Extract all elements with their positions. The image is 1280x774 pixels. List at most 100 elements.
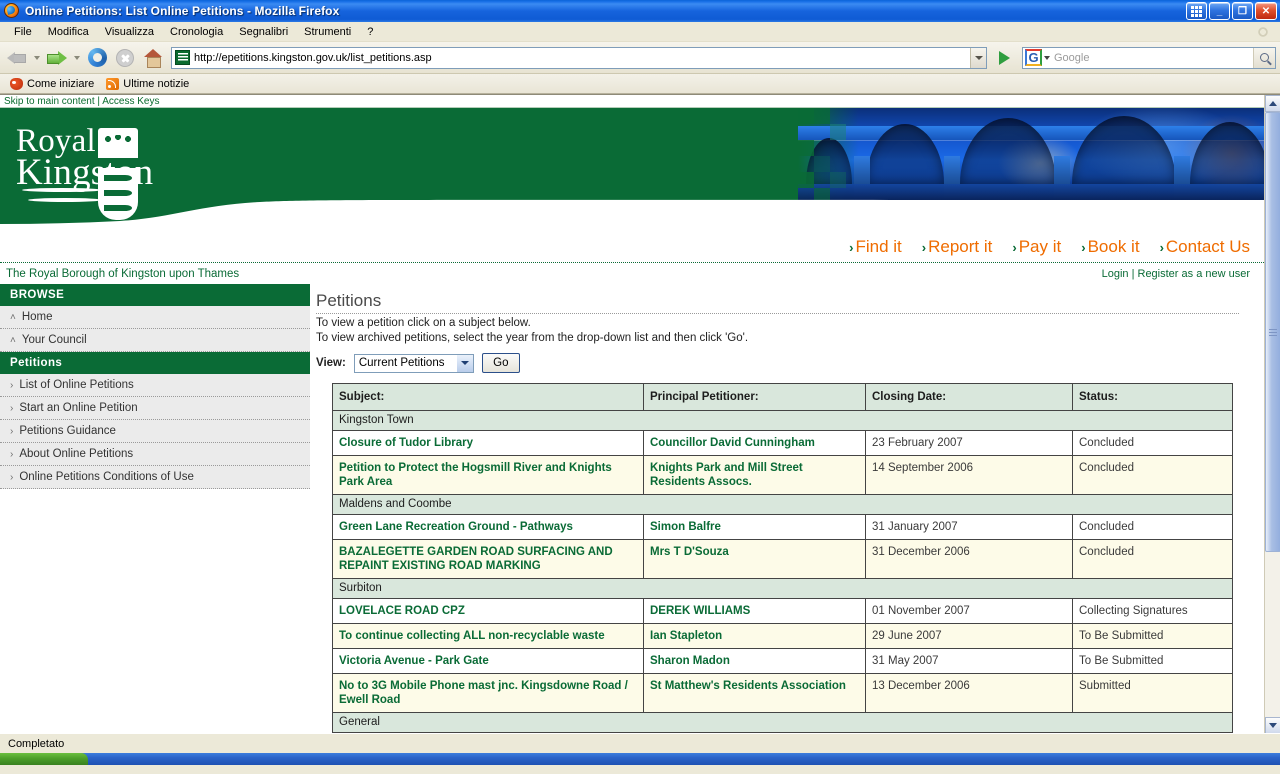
quicklink-book-it[interactable]: › Book it [1081, 237, 1139, 257]
home-button[interactable] [140, 45, 166, 71]
close-button[interactable]: ✕ [1255, 2, 1277, 20]
chevron-right-icon: › [10, 402, 14, 414]
menu-item-visualizza[interactable]: Visualizza [97, 24, 162, 40]
cell-subject[interactable]: BAZALEGETTE GARDEN ROAD SURFACING AND RE… [332, 539, 644, 579]
scroll-up-button[interactable] [1265, 95, 1280, 112]
cell-subject[interactable]: Closure of Tudor Library [332, 430, 644, 456]
url-history-dropdown[interactable] [970, 47, 986, 68]
quicklink-report-it[interactable]: › Report it [922, 237, 993, 257]
group-label: Kingston Town [332, 410, 1233, 431]
table-row[interactable]: Petition to Protect the Hogsmill River a… [332, 455, 1233, 495]
intro-line-1: To view a petition click on a subject be… [316, 317, 531, 329]
table-row[interactable]: LOVELACE ROAD CPZ DEREK WILLIAMS 01 Nove… [332, 598, 1233, 624]
window-titlebar: Online Petitions: List Online Petitions … [0, 0, 1280, 22]
cell-petitioner: Knights Park and Mill Street Residents A… [643, 455, 866, 495]
quicklink-contact-us[interactable]: › Contact Us [1160, 237, 1250, 257]
windows-taskbar [0, 753, 1280, 765]
menu-item-modifica[interactable]: Modifica [40, 24, 97, 40]
sidebar-item-home[interactable]: ˄ Home [0, 306, 310, 329]
menu-item-strumenti[interactable]: Strumenti [296, 24, 359, 40]
menu-item-cronologia[interactable]: Cronologia [162, 24, 231, 40]
table-row[interactable]: Closure of Tudor Library Councillor Davi… [332, 430, 1233, 456]
cell-closing-date: 31 January 2007 [865, 514, 1073, 540]
cell-status: Concluded [1072, 514, 1233, 540]
sidebar-item-your-council[interactable]: ˄ Your Council [0, 329, 310, 352]
skip-links[interactable]: Skip to main content | Access Keys [0, 95, 1264, 108]
site-favicon-icon [175, 50, 190, 65]
chevron-right-icon: › [10, 471, 14, 483]
google-icon[interactable]: G [1025, 49, 1042, 66]
stop-button[interactable] [112, 45, 138, 71]
cell-subject[interactable] [332, 732, 644, 733]
view-filter-row: View: Current Petitions Go [316, 353, 1264, 373]
cell-subject[interactable]: LOVELACE ROAD CPZ [332, 598, 644, 624]
sidebar-item-online-petitions-conditions-of-use[interactable]: › Online Petitions Conditions of Use [0, 466, 310, 489]
start-button[interactable] [0, 753, 88, 765]
quick-tabs-button[interactable] [1186, 2, 1207, 20]
cell-subject[interactable]: To continue collecting ALL non-recyclabl… [332, 623, 644, 649]
page-vertical-scrollbar[interactable] [1264, 95, 1280, 733]
play-arrow-icon [998, 50, 1010, 65]
view-select[interactable]: Current Petitions [353, 353, 474, 373]
restore-button[interactable]: ❐ [1232, 2, 1253, 20]
menu-item-file[interactable]: File [6, 24, 40, 40]
account-links: Login | Register as a new user [1102, 268, 1250, 280]
cell-status: Concluded [1072, 455, 1233, 495]
forward-button[interactable] [44, 45, 70, 71]
cell-closing-date: 31 December 2006 [865, 539, 1073, 579]
table-group-row: Maldens and Coombe [332, 494, 1233, 515]
go-navigate-button[interactable] [992, 47, 1016, 69]
cell-petitioner: Councillor David Cunningham [643, 430, 866, 456]
search-submit-button[interactable] [1253, 47, 1275, 68]
cell-subject[interactable]: Green Lane Recreation Ground - Pathways [332, 514, 644, 540]
group-label: Maldens and Coombe [332, 494, 1233, 515]
quicklink-find-it[interactable]: › Find it [849, 237, 902, 257]
table-row[interactable]: BAZALEGETTE GARDEN ROAD SURFACING AND RE… [332, 539, 1233, 579]
cell-petitioner: DEREK WILLIAMS [643, 598, 866, 624]
url-bar[interactable]: http://epetitions.kingston.gov.uk/list_p… [171, 46, 987, 69]
chevron-down-icon [974, 55, 983, 60]
sidebar-item-petitions-guidance[interactable]: › Petitions Guidance [0, 420, 310, 443]
sidebar-item-start-an-online-petition[interactable]: › Start an Online Petition [0, 397, 310, 420]
reload-button[interactable] [84, 45, 110, 71]
throbber-icon [1256, 25, 1270, 39]
cell-subject[interactable]: Petition to Protect the Hogsmill River a… [332, 455, 644, 495]
login-link[interactable]: Login [1102, 268, 1129, 280]
page-title: Petitions [316, 291, 1239, 314]
quicklink-pay-it[interactable]: › Pay it [1012, 237, 1061, 257]
sidebar-item-list-of-online-petitions[interactable]: › List of Online Petitions [0, 374, 310, 397]
table-row[interactable]: To continue collecting ALL non-recyclabl… [332, 623, 1233, 649]
main-column: Petitions To view a petition click on a … [310, 284, 1264, 733]
table-row[interactable]: No to 3G Mobile Phone mast jnc. Kingsdow… [332, 673, 1233, 713]
back-dropdown-icon[interactable] [34, 55, 40, 60]
search-engine-chevron-icon[interactable] [1044, 55, 1050, 60]
caret-up-icon: ˄ [10, 311, 16, 323]
scroll-down-button[interactable] [1265, 717, 1280, 733]
menu-item-segnalibri[interactable]: Segnalibri [231, 24, 296, 40]
search-input[interactable]: Google [1054, 52, 1253, 64]
quicklink-label: Pay it [1018, 236, 1062, 256]
scrollbar-thumb[interactable] [1265, 112, 1280, 552]
navigation-toolbar: http://epetitions.kingston.gov.uk/list_p… [0, 42, 1280, 74]
table-row[interactable]: Green Lane Recreation Ground - Pathways … [332, 514, 1233, 540]
search-bar[interactable]: G Google [1022, 46, 1276, 69]
forward-dropdown-icon[interactable] [74, 55, 80, 60]
scrollbar-grip-icon [1269, 328, 1277, 336]
cell-status: Submitted [1072, 673, 1233, 713]
cell-subject[interactable]: Victoria Avenue - Park Gate [332, 648, 644, 674]
cell-petitioner [643, 732, 866, 733]
back-button[interactable] [4, 45, 30, 71]
cell-subject[interactable]: No to 3G Mobile Phone mast jnc. Kingsdow… [332, 673, 644, 713]
table-row[interactable] [332, 732, 1233, 733]
menu-item-help[interactable]: ? [359, 24, 381, 40]
sidebar-item-about-online-petitions[interactable]: › About Online Petitions [0, 443, 310, 466]
minimize-button[interactable]: _ [1209, 2, 1230, 20]
register-link[interactable]: Register as a new user [1138, 268, 1251, 280]
intro-text: To view a petition click on a subject be… [316, 316, 1264, 346]
sidebar-item-label: Petitions Guidance [19, 425, 116, 437]
bookmark-come-iniziare[interactable]: Come iniziare [6, 77, 98, 91]
bookmark-ultime-notizie[interactable]: Ultime notizie [102, 77, 193, 91]
table-row[interactable]: Victoria Avenue - Park Gate Sharon Madon… [332, 648, 1233, 674]
go-button[interactable]: Go [481, 353, 520, 373]
caret-up-icon: ˄ [10, 334, 16, 346]
